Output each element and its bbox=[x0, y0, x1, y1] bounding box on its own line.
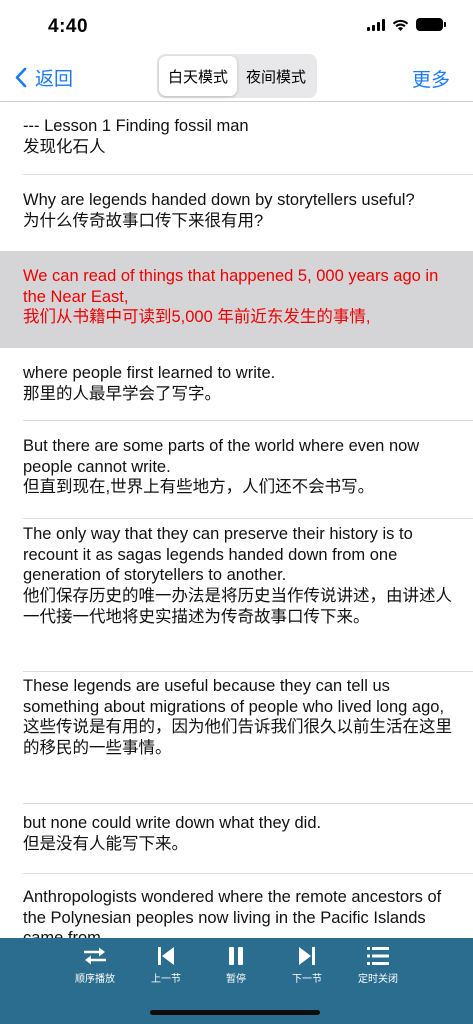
display-mode-segmented-control[interactable]: 白天模式 夜间模式 bbox=[157, 54, 317, 98]
sentence-en: where people first learned to write. bbox=[23, 364, 276, 382]
nav-bar: 返回 白天模式 夜间模式 更多 bbox=[0, 54, 473, 100]
play-order-button[interactable]: 顺序播放 bbox=[63, 946, 127, 985]
status-time: 4:40 bbox=[48, 16, 89, 37]
sentence-text[interactable]: Anthropologists wondered where the remot… bbox=[23, 887, 455, 938]
list-item-active[interactable]: We can read of things that happened 5, 0… bbox=[0, 251, 473, 348]
previous-section-label: 上一节 bbox=[151, 974, 181, 985]
list-item[interactable]: Anthropologists wondered where the remot… bbox=[0, 873, 473, 938]
back-label: 返回 bbox=[35, 69, 74, 90]
sentence-text[interactable]: Why are legends handed down by storytell… bbox=[23, 190, 455, 231]
next-section-button[interactable]: 下一节 bbox=[275, 946, 339, 985]
skip-forward-icon bbox=[299, 947, 315, 965]
day-mode-segment[interactable]: 白天模式 bbox=[159, 56, 237, 96]
list-item[interactable]: --- Lesson 1 Finding fossil man 发现化石人 bbox=[0, 102, 473, 175]
sentence-text[interactable]: These legends are useful because they ca… bbox=[23, 676, 455, 759]
sleep-timer-label: 定时关闭 bbox=[358, 974, 398, 985]
sentence-zh: 但是没有人能写下来。 bbox=[23, 834, 188, 853]
night-mode-segment[interactable]: 夜间模式 bbox=[237, 56, 315, 96]
list-item[interactable]: where people first learned to write. 那里的… bbox=[0, 348, 473, 421]
sentence-en: These legends are useful because they ca… bbox=[23, 677, 445, 716]
sentence-list[interactable]: --- Lesson 1 Finding fossil man 发现化石人 Wh… bbox=[0, 102, 473, 938]
list-item[interactable]: Why are legends handed down by storytell… bbox=[0, 175, 473, 251]
sentence-zh: 但直到现在,世界上有些地方，人们还不会书写。 bbox=[23, 478, 375, 497]
sentence-zh: 他们保存历史的唯一办法是将历史当作传说讲述，由讲述人一代接一代地将史实描述为传奇… bbox=[23, 587, 452, 626]
chevron-left-icon bbox=[15, 67, 27, 88]
sentence-zh: 发现化石人 bbox=[23, 137, 106, 156]
sentence-en: But there are some parts of the world wh… bbox=[23, 437, 420, 476]
sentence-en: Why are legends handed down by storytell… bbox=[23, 191, 415, 209]
previous-section-button[interactable]: 上一节 bbox=[134, 946, 198, 985]
skip-back-icon bbox=[158, 947, 174, 965]
pause-icon bbox=[229, 947, 243, 965]
sentence-zh: 这些传说是有用的，因为他们告诉我们很久以前生活在这里的移民的一些事情。 bbox=[23, 718, 452, 758]
sentence-text[interactable]: where people first learned to write. 那里的… bbox=[23, 363, 455, 404]
sentence-text[interactable]: but none could write down what they did.… bbox=[23, 813, 455, 854]
pause-label: 暂停 bbox=[226, 974, 246, 985]
sentence-zh: 我们从书籍中可读到5,000 年前近东发生的事情, bbox=[23, 308, 371, 327]
home-indicator[interactable] bbox=[150, 1010, 320, 1015]
play-order-label: 顺序播放 bbox=[75, 974, 115, 985]
sleep-timer-button[interactable]: 定时关闭 bbox=[346, 946, 410, 985]
sentence-text[interactable]: But there are some parts of the world wh… bbox=[23, 436, 455, 498]
sentence-en: The only way that they can preserve thei… bbox=[23, 525, 413, 585]
list-item[interactable]: but none could write down what they did.… bbox=[0, 803, 473, 874]
sentence-en: We can read of things that happened 5, 0… bbox=[23, 267, 439, 306]
sentence-text[interactable]: The only way that they can preserve thei… bbox=[23, 524, 455, 628]
sentence-zh: 那里的人最早学会了写字。 bbox=[23, 384, 221, 403]
next-section-label: 下一节 bbox=[292, 974, 322, 985]
sentence-text[interactable]: --- Lesson 1 Finding fossil man 发现化石人 bbox=[23, 116, 455, 157]
back-button[interactable]: 返回 bbox=[14, 64, 73, 91]
more-button[interactable]: 更多 bbox=[412, 65, 450, 92]
sentence-text[interactable]: We can read of things that happened 5, 0… bbox=[23, 266, 455, 328]
list-item[interactable]: The only way that they can preserve thei… bbox=[0, 518, 473, 672]
status-bar: 4:40 bbox=[0, 0, 473, 54]
list-icon bbox=[367, 947, 389, 965]
battery-icon bbox=[416, 18, 446, 31]
cellular-signal-icon bbox=[367, 18, 385, 31]
wifi-icon bbox=[392, 19, 409, 31]
sentence-en: Anthropologists wondered where the remot… bbox=[23, 888, 442, 938]
shuffle-arrows-icon bbox=[84, 947, 106, 965]
sentence-zh: 为什么传奇故事口传下来很有用? bbox=[23, 211, 264, 230]
sentence-en: --- Lesson 1 Finding fossil man bbox=[23, 117, 249, 135]
status-icons bbox=[367, 18, 446, 31]
list-item[interactable]: These legends are useful because they ca… bbox=[0, 671, 473, 804]
sentence-en: but none could write down what they did. bbox=[23, 814, 322, 832]
pause-button[interactable]: 暂停 bbox=[204, 946, 268, 985]
list-item[interactable]: But there are some parts of the world wh… bbox=[0, 420, 473, 519]
